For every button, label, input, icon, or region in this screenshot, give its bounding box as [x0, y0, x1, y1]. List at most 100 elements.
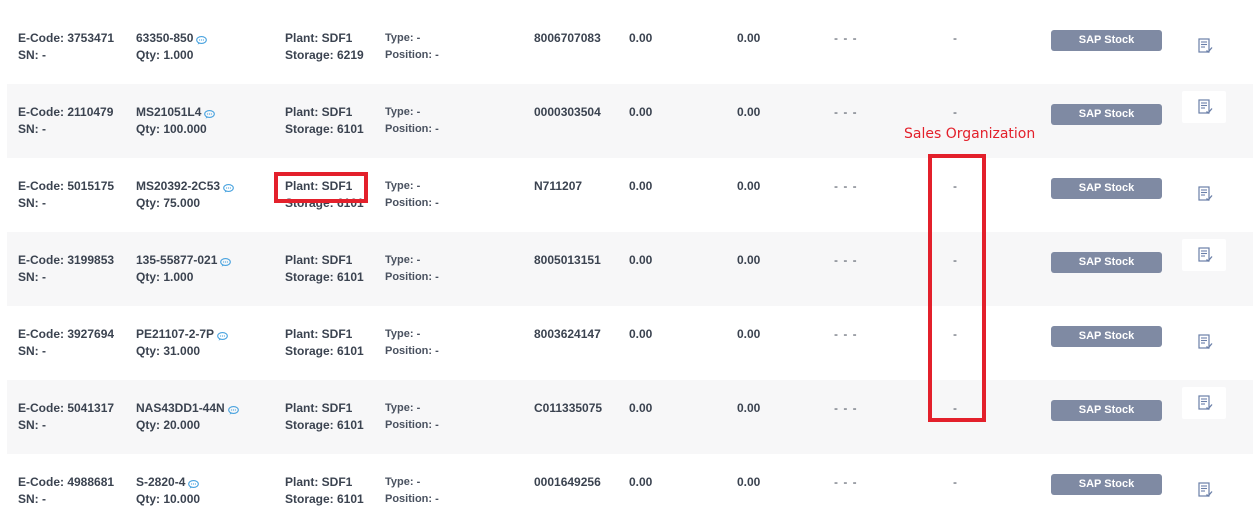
type-cell: Type: - Position: -: [385, 30, 439, 64]
empty-value: - - -: [834, 475, 858, 489]
sap-stock-button[interactable]: SAP Stock: [1051, 474, 1162, 495]
ecode-cell: E-Code: 5015175 SN: -: [18, 178, 114, 212]
part-cell: 135-55877-021 Qty: 1.000: [136, 252, 232, 286]
storage-text: Storage: 6101: [285, 122, 364, 136]
type-text: Type: -: [385, 328, 421, 340]
plant-cell: Plant: SDF1 Storage: 6101: [285, 400, 364, 434]
plant-text: Plant: SDF1: [285, 327, 353, 341]
type-text: Type: -: [385, 32, 421, 44]
storage-text: Storage: 6219: [285, 48, 364, 62]
serial-number-text: SN: -: [18, 492, 46, 506]
reference-number: 8005013151: [534, 253, 601, 267]
position-text: Position: -: [385, 493, 439, 505]
type-cell: Type: - Position: -: [385, 252, 439, 286]
table-row[interactable]: E-Code: 3927694 SN: - PE21107-2-7P Qty: 31.…: [7, 306, 1253, 380]
plant-cell: Plant: SDF1 Storage: 6101: [285, 104, 364, 138]
value-2: 0.00: [737, 253, 761, 267]
annotation-box-plant: [274, 172, 368, 203]
part-cell: MS21051L4 Qty: 100.000: [136, 104, 216, 138]
value-1: 0.00: [629, 253, 653, 267]
chat-bubble-icon[interactable]: [188, 477, 200, 489]
part-number-text: NAS43DD1-44N: [136, 401, 225, 415]
type-text: Type: -: [385, 402, 421, 414]
serial-number-text: SN: -: [18, 270, 46, 284]
position-text: Position: -: [385, 197, 439, 209]
value-1: 0.00: [629, 31, 653, 45]
chat-bubble-icon[interactable]: [217, 329, 228, 341]
position-text: Position: -: [385, 271, 439, 283]
value-2: 0.00: [737, 327, 761, 341]
position-text: Position: -: [385, 123, 439, 135]
chat-bubble-icon[interactable]: [227, 403, 239, 415]
table-row[interactable]: E-Code: 3753471 SN: - 63350-850 Qty: 1.000 P…: [7, 10, 1253, 84]
plant-text: Plant: SDF1: [285, 31, 353, 45]
quantity-text: Qty: 1.000: [136, 270, 194, 284]
action-button[interactable]: [1182, 165, 1226, 201]
ecode-text: E-Code: 4988681: [18, 475, 115, 489]
empty-value: - - -: [834, 179, 858, 193]
quantity-text: Qty: 31.000: [136, 344, 201, 358]
action-button[interactable]: [1182, 17, 1226, 53]
action-button[interactable]: [1182, 387, 1226, 419]
chat-bubble-icon[interactable]: [223, 181, 234, 193]
chat-bubble-icon[interactable]: [204, 107, 216, 119]
empty-value: - - -: [834, 327, 858, 341]
type-cell: Type: - Position: -: [385, 400, 439, 434]
sales-organization-value: -: [953, 105, 957, 119]
plant-cell: Plant: SDF1 Storage: 6219: [285, 30, 364, 64]
ecode-cell: E-Code: 3927694 SN: -: [18, 326, 114, 360]
serial-number-text: SN: -: [18, 418, 46, 432]
empty-value: - - -: [834, 105, 858, 119]
action-button[interactable]: [1182, 91, 1226, 123]
table-row[interactable]: E-Code: 2110479 SN: - MS21051L4 Qty: 100.00…: [7, 84, 1253, 158]
table-row[interactable]: E-Code: 4988681 SN: - S-2820-4 Qty: 10.000 P…: [7, 454, 1253, 528]
sap-stock-button[interactable]: SAP Stock: [1051, 30, 1162, 51]
quantity-text: Qty: 75.000: [136, 196, 201, 210]
table-row[interactable]: E-Code: 5041317 SN: - NAS43DD1-44N Qty: 20.…: [7, 380, 1253, 454]
plant-cell: Plant: SDF1 Storage: 6101: [285, 474, 364, 508]
quantity-text: Qty: 20.000: [136, 418, 201, 432]
value-2: 0.00: [737, 105, 761, 119]
value-1: 0.00: [629, 179, 653, 193]
position-text: Position: -: [385, 49, 439, 61]
action-button[interactable]: [1182, 239, 1226, 271]
empty-value: - - -: [834, 253, 858, 267]
edit-document-icon: [1198, 186, 1213, 202]
serial-number-text: SN: -: [18, 122, 46, 136]
ecode-text: E-Code: 5041317: [18, 401, 115, 415]
value-1: 0.00: [629, 401, 653, 415]
sap-stock-button[interactable]: SAP Stock: [1051, 104, 1162, 125]
part-number-text: PE21107-2-7P: [136, 327, 215, 341]
plant-text: Plant: SDF1: [285, 105, 353, 119]
action-button[interactable]: [1182, 313, 1226, 349]
chat-bubble-icon[interactable]: [196, 33, 208, 45]
serial-number-text: SN: -: [18, 196, 46, 210]
edit-document-icon: [1198, 38, 1213, 54]
table-row[interactable]: E-Code: 5015175 SN: - MS20392-2C53 Qty: 75.…: [7, 158, 1253, 232]
sap-stock-button[interactable]: SAP Stock: [1051, 178, 1162, 199]
empty-value: - - -: [834, 31, 858, 45]
plant-text: Plant: SDF1: [285, 475, 353, 489]
value-2: 0.00: [737, 401, 761, 415]
part-number-text: S-2820-4: [136, 475, 186, 489]
reference-number: C011335075: [534, 401, 603, 415]
type-cell: Type: - Position: -: [385, 178, 439, 212]
sap-stock-button[interactable]: SAP Stock: [1051, 400, 1162, 421]
chat-bubble-icon[interactable]: [220, 255, 232, 267]
ecode-text: E-Code: 3927694: [18, 327, 115, 341]
ecode-text: E-Code: 3753471: [18, 31, 115, 45]
table-row[interactable]: E-Code: 3199853 SN: - 135-55877-021 Qty: 1.…: [7, 232, 1253, 306]
action-button[interactable]: [1182, 461, 1226, 497]
edit-document-icon: [1198, 482, 1213, 498]
ecode-text: E-Code: 5015175: [18, 179, 115, 193]
ecode-cell: E-Code: 2110479 SN: -: [18, 104, 113, 138]
value-1: 0.00: [629, 327, 653, 341]
storage-text: Storage: 6101: [285, 344, 364, 358]
sap-stock-button[interactable]: SAP Stock: [1051, 252, 1162, 273]
value-2: 0.00: [737, 31, 761, 45]
annotation-label: Sales Organization: [904, 126, 1036, 142]
sap-stock-button[interactable]: SAP Stock: [1051, 326, 1162, 347]
part-cell: S-2820-4 Qty: 10.000: [136, 474, 200, 508]
storage-text: Storage: 6101: [285, 418, 364, 432]
type-cell: Type: - Position: -: [385, 104, 439, 138]
